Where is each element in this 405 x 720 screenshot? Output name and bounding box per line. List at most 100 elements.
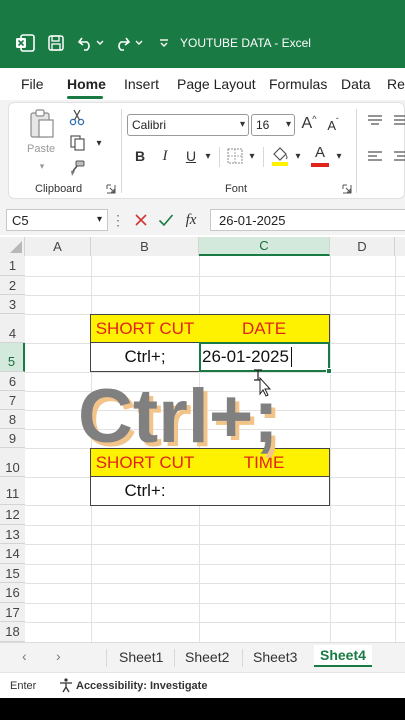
fill-color-icon[interactable] [269, 144, 291, 168]
paste-icon[interactable] [27, 107, 57, 141]
row-header-15[interactable]: 15 [0, 564, 25, 583]
app-name: Excel [281, 36, 311, 50]
underline-dropdown-icon[interactable]: ▾ [202, 148, 214, 164]
sheet-tab-1[interactable]: Sheet1 [119, 649, 163, 665]
chevron-down-icon[interactable]: ▾ [97, 214, 102, 225]
row-header-5[interactable]: 5 [0, 343, 25, 372]
font-size-combo[interactable]: 16 ▾ [251, 114, 295, 136]
column-header-b[interactable]: B [91, 237, 199, 256]
spreadsheet-grid[interactable]: A B C D 1 2 3 4 5 6 7 8 9 10 11 12 13 14… [0, 235, 405, 642]
row-header-13[interactable]: 13 [0, 525, 25, 544]
italic-button[interactable]: I [157, 146, 173, 166]
align-center-icon[interactable] [391, 147, 405, 165]
gridline [25, 564, 405, 565]
row-header-4[interactable]: 4 [0, 314, 25, 343]
clipboard-group-label: Clipboard [35, 183, 83, 195]
font-group-label: Font [225, 183, 248, 195]
row-header-6[interactable]: 6 [0, 372, 25, 391]
row-header-12[interactable]: 12 [0, 505, 25, 525]
cell-c4[interactable]: DATE [199, 314, 330, 343]
align-middle-icon[interactable] [391, 111, 405, 129]
column-header-c[interactable]: C [199, 237, 330, 256]
bold-button[interactable]: B [131, 146, 149, 166]
copy-icon[interactable] [67, 133, 89, 153]
select-all-corner[interactable] [0, 237, 25, 256]
chevron-down-icon[interactable]: ▾ [240, 119, 245, 130]
ribbon-panel: Paste ▾ ▾ Clipboard Calibri ▾ 16 ▾ A ^ A… [8, 102, 405, 199]
fill-color-dropdown-icon[interactable]: ▾ [292, 148, 304, 164]
decrease-font-size-button[interactable]: Aˇ [323, 114, 343, 136]
confirm-entry-icon[interactable] [155, 210, 177, 230]
column-header-d[interactable]: D [330, 237, 395, 256]
tab-review[interactable]: Rev [387, 76, 405, 92]
sheet-tab-2[interactable]: Sheet2 [185, 649, 229, 665]
font-color-button[interactable]: A [309, 143, 331, 169]
borders-dropdown-icon[interactable]: ▾ [246, 148, 258, 164]
accessibility-status[interactable]: Accessibility: Investigate [76, 680, 207, 692]
row-header-17[interactable]: 17 [0, 603, 25, 622]
cut-icon[interactable] [67, 107, 87, 127]
row-header-14[interactable]: 14 [0, 544, 25, 564]
tab-data[interactable]: Data [341, 76, 371, 92]
redo-icon[interactable] [114, 30, 148, 56]
cell-b4[interactable]: SHORT CUT [90, 314, 200, 343]
insert-function-button[interactable]: fx [180, 209, 202, 231]
increase-font-size-button[interactable]: A ^ [299, 112, 319, 136]
row-header-1[interactable]: 1 [0, 256, 25, 276]
row-header-8[interactable]: 8 [0, 410, 25, 429]
previous-sheet-icon[interactable]: ‹ [22, 648, 27, 664]
row-header-10[interactable]: 10 [0, 448, 25, 477]
sheet-tab-4-active[interactable]: Sheet4 [314, 645, 372, 667]
sheet-tab-3[interactable]: Sheet3 [253, 649, 297, 665]
ribbon: Paste ▾ ▾ Clipboard Calibri ▾ 16 ▾ A ^ A… [0, 100, 405, 203]
undo-icon[interactable] [74, 30, 108, 56]
row-header-7[interactable]: 7 [0, 391, 25, 410]
paste-dropdown-icon[interactable]: ▾ [27, 160, 57, 172]
caret-down-icon: ˇ [336, 116, 339, 126]
window-title: YOUTUBE DATA - Excel [180, 36, 311, 50]
save-icon[interactable] [44, 30, 68, 56]
mouse-cursor-icon [250, 368, 274, 398]
ribbon-divider [121, 109, 122, 193]
row-header-11[interactable]: 11 [0, 477, 25, 505]
gridline [25, 525, 405, 526]
tab-home[interactable]: Home [67, 76, 106, 92]
customize-toolbar-icon[interactable] [156, 30, 172, 56]
cell-b11[interactable]: Ctrl+: [90, 476, 200, 506]
gridline [25, 583, 405, 584]
column-header-a[interactable]: A [25, 237, 91, 256]
row-header-9[interactable]: 9 [0, 429, 25, 448]
borders-icon[interactable] [225, 146, 245, 166]
paste-label[interactable]: Paste [27, 143, 55, 155]
next-sheet-icon[interactable]: › [56, 648, 61, 664]
cancel-entry-icon[interactable] [130, 210, 152, 230]
underline-button[interactable]: U [182, 146, 200, 166]
sheet-tab-divider [174, 649, 175, 667]
more-options-icon[interactable]: ⋮ [111, 211, 125, 229]
row-header-18[interactable]: 18 [0, 622, 25, 642]
tab-formulas[interactable]: Formulas [269, 76, 327, 92]
accessibility-icon[interactable] [58, 677, 74, 693]
formula-input[interactable]: 26-01-2025 [210, 209, 405, 231]
format-painter-icon[interactable] [67, 158, 87, 178]
gridline [25, 276, 405, 277]
align-top-icon[interactable] [365, 111, 385, 129]
font-name-value: Calibri [132, 118, 167, 132]
tab-file[interactable]: File [21, 76, 44, 92]
increase-font-letter: A [301, 115, 313, 132]
font-color-dropdown-icon[interactable]: ▾ [333, 148, 345, 164]
row-header-3[interactable]: 3 [0, 295, 25, 314]
font-name-combo[interactable]: Calibri ▾ [127, 114, 249, 136]
font-dialog-launcher-icon[interactable] [341, 183, 353, 195]
copy-dropdown-icon[interactable]: ▾ [93, 135, 105, 151]
column-header-e[interactable] [395, 237, 405, 256]
row-header-2[interactable]: 2 [0, 276, 25, 295]
clipboard-dialog-launcher-icon[interactable] [105, 183, 117, 195]
row-header-16[interactable]: 16 [0, 583, 25, 603]
chevron-down-icon[interactable]: ▾ [286, 119, 291, 130]
align-left-icon[interactable] [365, 147, 385, 165]
tab-insert[interactable]: Insert [124, 76, 159, 92]
cell-c11[interactable] [199, 476, 330, 506]
tab-page-layout[interactable]: Page Layout [177, 76, 256, 92]
name-box[interactable]: C5 ▾ [6, 209, 108, 231]
